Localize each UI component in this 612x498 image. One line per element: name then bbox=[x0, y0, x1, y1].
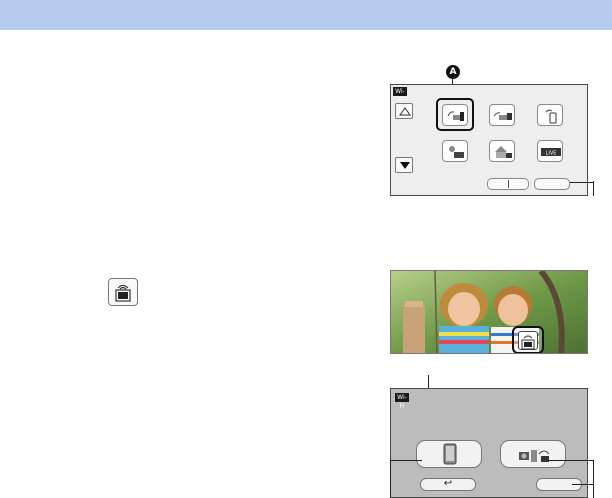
tv-playback-icon bbox=[449, 146, 464, 158]
function-live-cast[interactable]: LIVE bbox=[537, 140, 563, 162]
wifi-icon bbox=[115, 284, 131, 302]
smartphone-button-leader bbox=[390, 460, 422, 461]
recording-screen-photo bbox=[390, 270, 588, 354]
wifi-icon bbox=[521, 335, 535, 350]
children-photo bbox=[391, 271, 587, 353]
function-baby-monitor[interactable] bbox=[489, 104, 515, 126]
back-icon: ↩ bbox=[443, 478, 453, 489]
wifi-button-reference bbox=[108, 278, 138, 306]
callout-a: A bbox=[446, 65, 460, 79]
connect-camera-network-button[interactable] bbox=[500, 440, 566, 468]
section-header-band bbox=[0, 0, 612, 30]
function-tv-playback[interactable] bbox=[442, 140, 468, 162]
connection-select-screen: Wi-Fi ↩ bbox=[390, 388, 588, 498]
triangle-down-icon bbox=[400, 162, 410, 169]
function-home-monitor[interactable] bbox=[489, 140, 515, 162]
scroll-down-button[interactable] bbox=[395, 157, 413, 173]
smartphone-connect-icon bbox=[545, 109, 557, 124]
camera-button-leader-tick bbox=[593, 460, 594, 498]
smartphone-icon bbox=[443, 443, 457, 465]
connect-smartphone-button[interactable] bbox=[416, 440, 482, 468]
baby-monitor-icon bbox=[493, 112, 512, 120]
wifi-badge: Wi-Fi bbox=[393, 87, 407, 104]
camera-button-leader bbox=[548, 460, 594, 461]
wifi-function-menu-screen: Wi-Fi LIVE bbox=[390, 84, 588, 196]
function-smartphone-connect[interactable] bbox=[537, 104, 563, 126]
info-button[interactable] bbox=[487, 178, 529, 190]
menu-action-button[interactable] bbox=[534, 178, 570, 190]
wifi-badge: Wi-Fi bbox=[395, 393, 409, 410]
live-cast-label: LIVE bbox=[546, 151, 557, 157]
function-remote-view[interactable] bbox=[442, 104, 468, 126]
menu-action-leader bbox=[570, 182, 594, 183]
photo-wifi-button[interactable] bbox=[512, 326, 544, 353]
menu-action-leader-tick bbox=[593, 181, 594, 196]
back-button[interactable]: ↩ bbox=[420, 478, 476, 491]
triangle-up-icon bbox=[399, 107, 411, 116]
scroll-up-button[interactable] bbox=[395, 103, 413, 119]
camera-network-icon bbox=[519, 450, 550, 462]
live-cast-icon: LIVE bbox=[541, 148, 561, 157]
home-monitor-icon bbox=[495, 146, 512, 158]
remote-view-icon bbox=[447, 111, 464, 121]
smartphone-button-leader-tick bbox=[390, 460, 391, 498]
connection-action-leader bbox=[572, 484, 594, 485]
